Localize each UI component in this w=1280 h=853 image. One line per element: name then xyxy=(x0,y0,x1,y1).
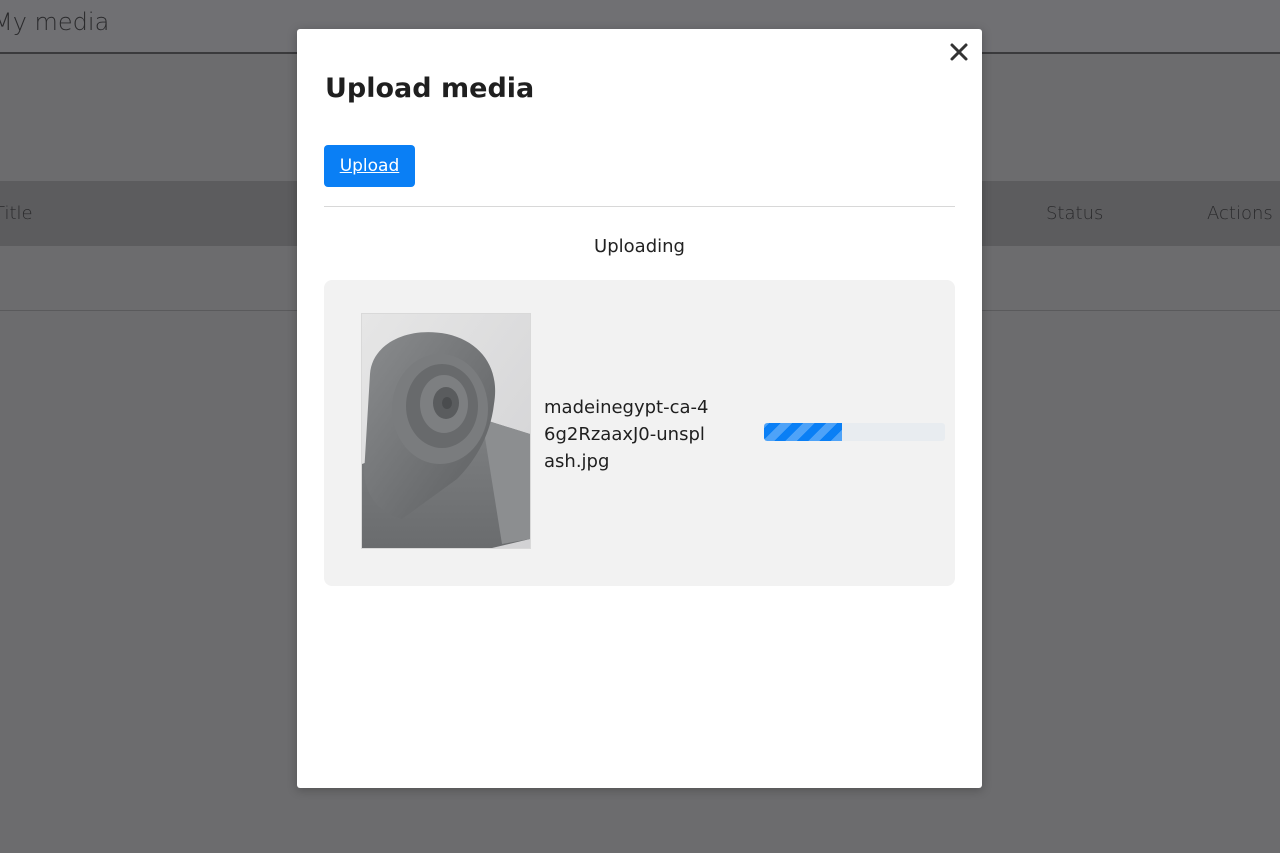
column-title[interactable]: Title xyxy=(0,203,33,224)
close-icon xyxy=(950,43,968,61)
upload-media-dialog: Upload media Upload Uploading madeinegyp… xyxy=(297,29,982,788)
file-thumbnail xyxy=(361,313,531,549)
page-title: My media xyxy=(0,8,110,36)
file-name: madeinegypt-ca-46g2RzaaxJ0-unsplash.jpg xyxy=(544,397,709,472)
dialog-title: Upload media xyxy=(325,73,535,104)
column-status[interactable]: Status xyxy=(1046,203,1103,224)
divider xyxy=(324,206,955,207)
upload-progress-fill xyxy=(764,423,842,441)
close-button[interactable] xyxy=(944,37,974,67)
upload-progress-bar xyxy=(764,423,945,441)
upload-item-card: madeinegypt-ca-46g2RzaaxJ0-unsplash.jpg xyxy=(324,280,955,586)
column-actions: Actions xyxy=(1207,203,1273,224)
upload-button[interactable]: Upload xyxy=(324,145,415,187)
towel-image xyxy=(362,314,530,548)
upload-status-text: Uploading xyxy=(594,236,685,257)
